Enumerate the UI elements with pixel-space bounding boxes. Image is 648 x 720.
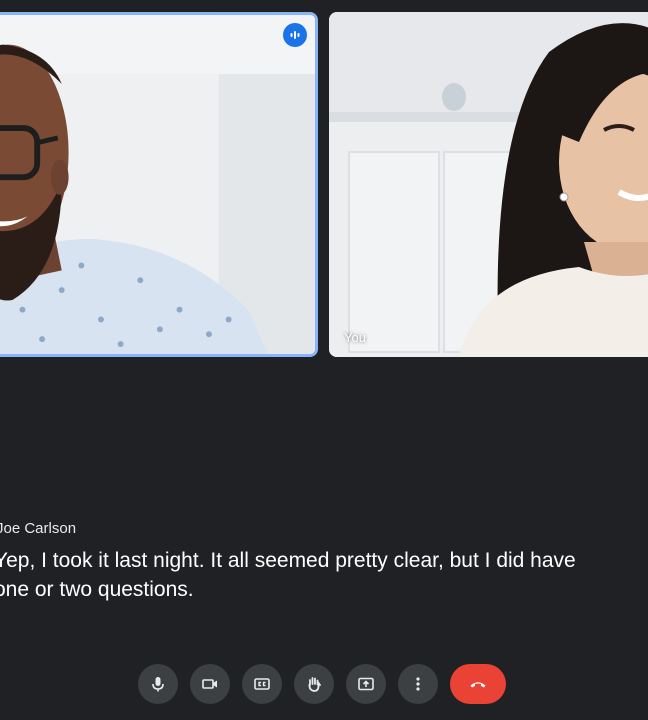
mic-icon xyxy=(152,677,164,692)
camera-button[interactable] xyxy=(190,664,230,704)
closed-caption-icon xyxy=(254,678,270,690)
participant-name-you: You xyxy=(344,330,366,345)
call-controls-bar xyxy=(138,664,506,704)
videocam-icon xyxy=(202,679,217,689)
video-tile-joe-carlson[interactable] xyxy=(0,12,318,357)
caption-speaker-name: Joe Carlson xyxy=(0,520,77,537)
present-to-all-icon xyxy=(358,677,374,691)
participant-video-joe xyxy=(0,15,315,354)
raise-hand-button[interactable] xyxy=(294,664,334,704)
microphone-button[interactable] xyxy=(138,664,178,704)
leave-call-button[interactable] xyxy=(450,664,506,704)
hand-icon xyxy=(308,677,321,692)
participant-video-you xyxy=(329,12,648,357)
speaking-indicator-icon xyxy=(283,23,307,47)
call-end-icon xyxy=(470,682,486,688)
caption-text: Yep, I took it last night. It all seemed… xyxy=(0,549,576,601)
captions-button[interactable] xyxy=(242,664,282,704)
more-options-button[interactable] xyxy=(398,664,438,704)
present-button[interactable] xyxy=(346,664,386,704)
video-tile-you[interactable]: You xyxy=(329,12,648,357)
more-vert-icon xyxy=(416,677,420,691)
